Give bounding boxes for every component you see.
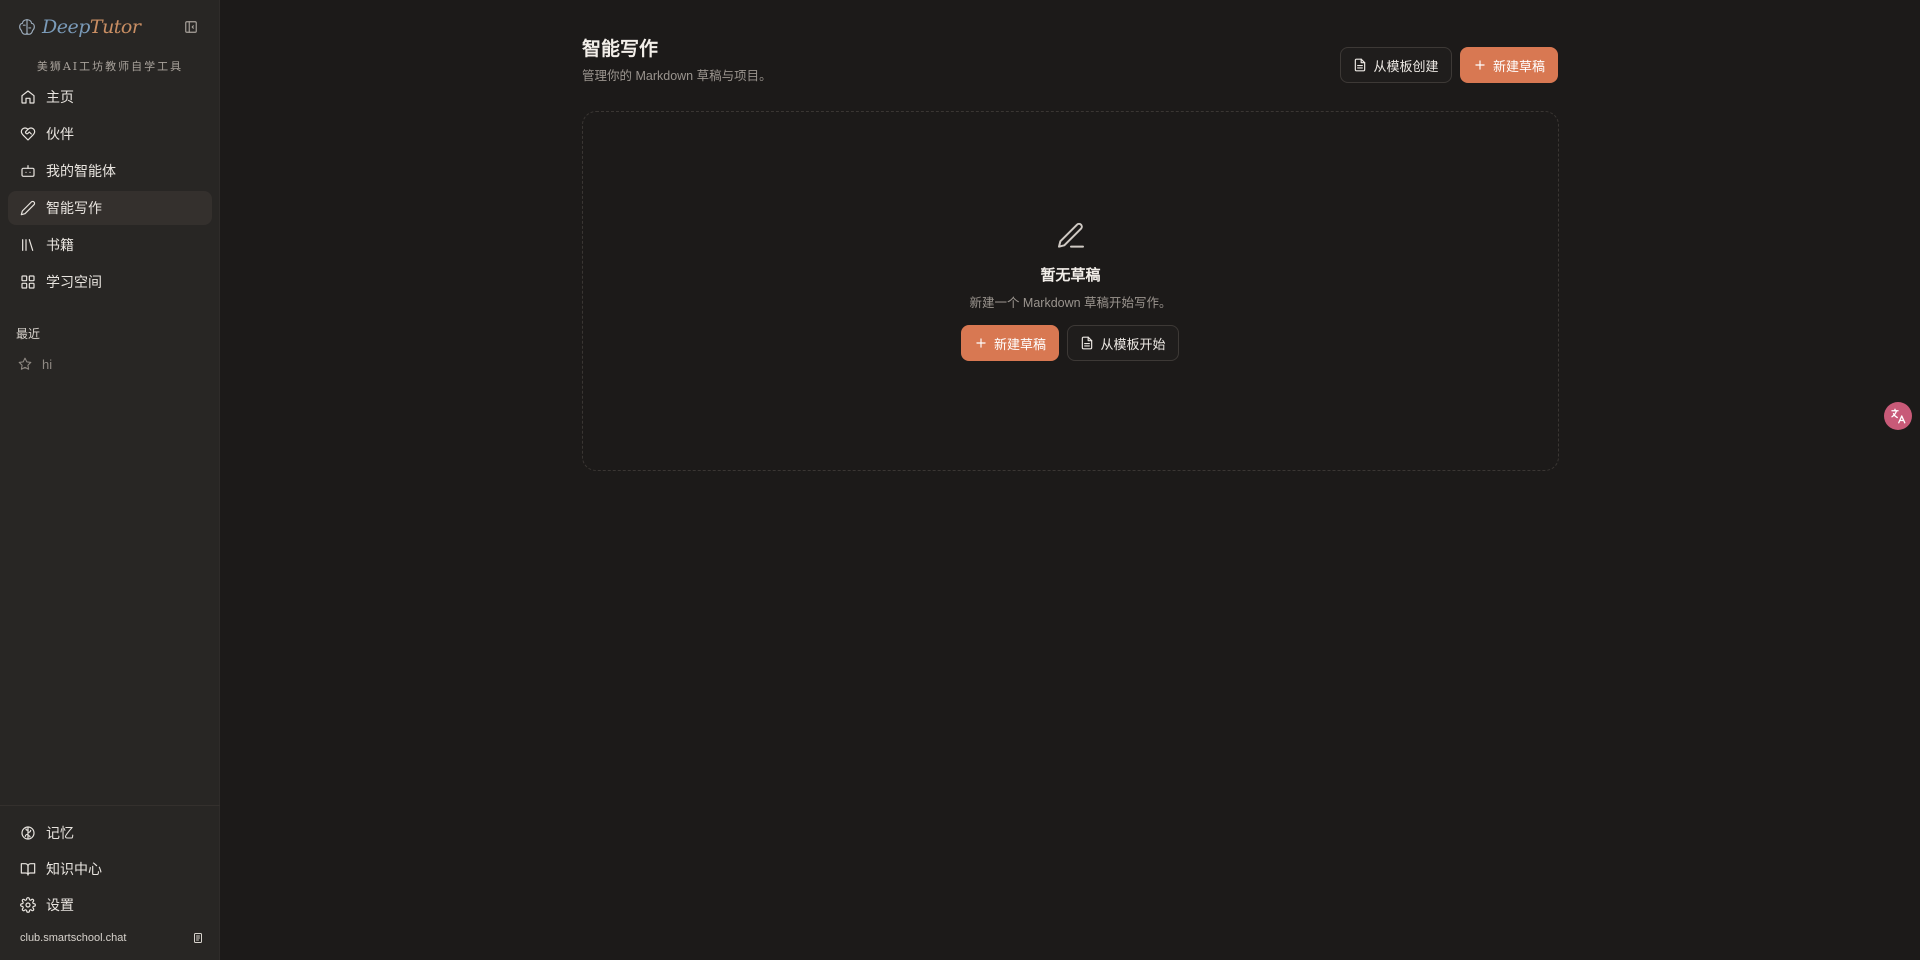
book-open-icon	[20, 861, 36, 877]
recent-item-label: hi	[42, 356, 53, 372]
collapse-sidebar-button[interactable]	[183, 19, 199, 35]
empty-new-draft-button[interactable]: 新建草稿	[961, 325, 1059, 361]
page-title: 智能写作	[582, 39, 659, 60]
from-template-label: 从模板创建	[1373, 58, 1439, 74]
sidebar-item-memory[interactable]: 记忆	[8, 816, 212, 850]
pen-icon	[20, 200, 36, 216]
sidebar-item-knowledge-center[interactable]: 知识中心	[8, 852, 212, 886]
gear-icon	[20, 897, 36, 913]
sidebar-item-books[interactable]: 书籍	[8, 228, 212, 262]
empty-new-draft-label: 新建草稿	[993, 336, 1046, 352]
start-from-template-button[interactable]: 从模板开始	[1067, 325, 1179, 361]
plus-icon	[1473, 58, 1487, 72]
sidebar-item-my-agents[interactable]: 我的智能体	[8, 154, 212, 188]
new-draft-label: 新建草稿	[1492, 58, 1545, 74]
grid-icon	[20, 274, 36, 290]
logo-icon	[16, 16, 38, 38]
sidebar-item-settings[interactable]: 设置	[8, 888, 212, 922]
main-nav: 主页 伙伴 我的智能体 智能写作 书籍 学习空间	[8, 80, 212, 302]
translate-icon	[1889, 407, 1907, 425]
sidebar-item-smart-writing[interactable]: 智能写作	[8, 191, 212, 225]
sidebar-item-label: 设置	[46, 897, 74, 913]
brand-name: DeepTutor	[42, 16, 141, 38]
empty-state-subtitle: 新建一个 Markdown 草稿开始写作。	[969, 296, 1172, 310]
clipboard-icon[interactable]	[192, 932, 204, 944]
brain-icon	[20, 825, 36, 841]
recent-item[interactable]: hi	[8, 353, 212, 375]
pen-line-icon	[1055, 220, 1087, 252]
sidebar-item-partner[interactable]: 伙伴	[8, 117, 212, 151]
from-template-button[interactable]: 从模板创建	[1340, 47, 1452, 83]
file-text-icon	[1353, 58, 1367, 72]
heart-handshake-icon	[20, 126, 36, 142]
bot-icon	[20, 163, 36, 179]
sidebar-item-label: 智能写作	[46, 200, 102, 216]
domain-label: club.smartschool.chat	[20, 932, 127, 944]
star-icon	[18, 357, 32, 371]
main-content: 智能写作 管理你的 Markdown 草稿与项目。 从模板创建 新建草稿 暂无草…	[220, 0, 1920, 960]
domain-row: club.smartschool.chat	[20, 930, 204, 946]
sidebar-item-label: 知识中心	[46, 861, 102, 877]
translate-fab[interactable]	[1884, 402, 1912, 430]
brand[interactable]: DeepTutor	[16, 14, 206, 40]
brand-tagline: 美狮AI工坊教师自学工具	[36, 60, 184, 73]
new-draft-button[interactable]: 新建草稿	[1460, 47, 1558, 83]
file-text-icon	[1080, 336, 1094, 350]
library-icon	[20, 237, 36, 253]
home-icon	[20, 89, 36, 105]
sidebar: DeepTutor 美狮AI工坊教师自学工具 主页 伙伴 我的智能体 智能写作 …	[0, 0, 220, 960]
start-from-template-label: 从模板开始	[1100, 336, 1166, 352]
page-subtitle: 管理你的 Markdown 草稿与项目。	[582, 69, 772, 83]
sidebar-item-label: 伙伴	[46, 126, 74, 142]
sidebar-item-label: 学习空间	[46, 274, 102, 290]
sidebar-item-label: 我的智能体	[46, 163, 116, 179]
sidebar-item-label: 主页	[46, 89, 74, 105]
sidebar-item-label: 书籍	[46, 237, 74, 253]
sidebar-item-label: 记忆	[46, 825, 74, 841]
recent-section-label: 最近	[16, 327, 41, 341]
sidebar-bottom-nav: 记忆 知识中心 设置	[0, 805, 220, 924]
panel-left-icon	[185, 21, 197, 33]
sidebar-item-learning-space[interactable]: 学习空间	[8, 265, 212, 299]
sidebar-item-home[interactable]: 主页	[8, 80, 212, 114]
plus-icon	[974, 336, 988, 350]
empty-state-title: 暂无草稿	[1040, 267, 1101, 284]
empty-state: 暂无草稿 新建一个 Markdown 草稿开始写作。 新建草稿 从模板开始	[582, 111, 1559, 471]
